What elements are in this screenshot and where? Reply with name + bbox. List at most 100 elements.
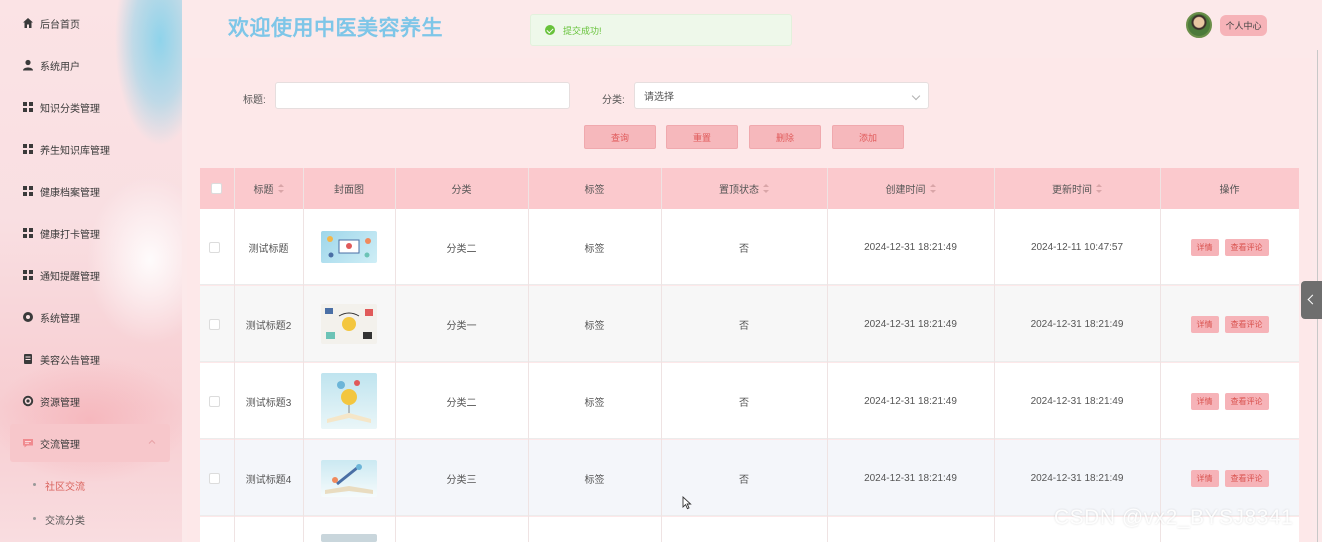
sidebar-item-label: 系统用户 (40, 61, 80, 73)
sidebar-item-label: 健康档案管理 (40, 187, 100, 199)
sidebar-item-knowledge-category[interactable]: 知识分类管理 (10, 88, 170, 126)
sidebar: 后台首页 系统用户 知识分类管理 养生知识库管理 健康档案管理 健康打卡管理 通… (0, 0, 182, 542)
home-icon (22, 17, 34, 29)
cell-tags: 标签 (584, 474, 605, 486)
sidebar-item-knowledge-base[interactable]: 养生知识库管理 (10, 130, 170, 168)
cell-category: 分类二 (446, 397, 477, 409)
document-icon (22, 353, 34, 365)
cell-actions: 详情 查看评论 (1160, 363, 1299, 439)
view-comments-button[interactable]: 查看评论 (1224, 392, 1269, 410)
sidebar-item-label: 后台首页 (40, 19, 80, 31)
cell-tags: 标签 (584, 243, 605, 255)
cell-title: 测试标题4 (245, 474, 292, 486)
collapse-panel-button[interactable] (1301, 281, 1322, 319)
cell-category: 分类一 (446, 320, 477, 332)
sidebar-item-system-users[interactable]: 系统用户 (10, 46, 170, 84)
bullet-icon (33, 517, 36, 520)
sidebar-item-health-records[interactable]: 健康档案管理 (10, 172, 170, 210)
row-checkbox[interactable] (209, 319, 220, 330)
column-header-created[interactable]: 创建时间 (827, 168, 994, 209)
view-comments-button[interactable]: 查看评论 (1224, 238, 1269, 256)
column-header-category: 分类 (451, 185, 472, 196)
sidebar-item-label: 交流管理 (40, 439, 80, 451)
title-search-input[interactable] (275, 82, 570, 109)
cell-title: 测试标题 (248, 243, 289, 255)
detail-button[interactable]: 详情 (1190, 469, 1219, 487)
delete-button[interactable]: 删除 (749, 125, 821, 149)
reset-button[interactable]: 重置 (666, 125, 738, 149)
detail-button[interactable]: 详情 (1190, 392, 1219, 410)
cell-cover (303, 440, 395, 516)
cover-image (321, 304, 377, 344)
sort-icon[interactable] (1096, 184, 1102, 193)
detail-button[interactable]: 详情 (1190, 315, 1219, 333)
row-checkbox[interactable] (209, 242, 220, 253)
gear-icon (22, 311, 34, 323)
sidebar-item-label: 系统管理 (40, 313, 80, 325)
cover-image (321, 534, 377, 542)
sidebar-subitem-category[interactable]: 交流分类 (45, 512, 85, 527)
grid-icon (22, 143, 34, 155)
detail-button[interactable]: 详情 (1190, 238, 1219, 256)
cell-cover (303, 363, 395, 439)
sort-icon[interactable] (277, 184, 284, 193)
query-button[interactable]: 查询 (584, 125, 656, 149)
column-header-title[interactable]: 标题 (234, 168, 303, 209)
mouse-cursor-icon (682, 496, 692, 510)
sort-icon[interactable] (929, 184, 936, 193)
cell-pinned: 否 (739, 320, 749, 332)
cell-actions: 详情 查看评论 (1160, 286, 1299, 362)
grid-icon (22, 101, 34, 113)
cover-image (321, 373, 377, 429)
column-header-actions: 操作 (1219, 185, 1240, 196)
column-header-label: 创建时间 (885, 185, 926, 196)
sort-icon[interactable] (763, 184, 769, 193)
check-circle-icon (545, 25, 555, 35)
column-header-label: 更新时间 (1052, 185, 1092, 196)
sidebar-item-notifications[interactable]: 通知提醒管理 (10, 256, 170, 294)
sidebar-item-label: 养生知识库管理 (40, 145, 110, 157)
row-checkbox[interactable] (209, 473, 220, 484)
sidebar-subitem-community[interactable]: 社区交流 (45, 478, 85, 493)
sidebar-item-label: 健康打卡管理 (40, 229, 100, 241)
grid-icon (22, 185, 34, 197)
sidebar-item-resources[interactable]: 资源管理 (10, 382, 170, 420)
add-button[interactable]: 添加 (832, 125, 904, 149)
cell-tags: 标签 (584, 320, 605, 332)
view-comments-button[interactable]: 查看评论 (1224, 315, 1269, 333)
user-icon (22, 59, 34, 71)
sidebar-item-announcements[interactable]: 美容公告管理 (10, 340, 170, 378)
cell-category: 分类三 (446, 474, 477, 486)
sidebar-item-label: 知识分类管理 (40, 103, 100, 115)
column-header-tags: 标签 (584, 185, 605, 196)
plus-circle-icon (22, 395, 34, 407)
sidebar-item-health-checkin[interactable]: 健康打卡管理 (10, 214, 170, 252)
category-select[interactable]: 请选择 (634, 82, 929, 109)
cell-tags: 标签 (584, 397, 605, 409)
cell-category: 分类二 (446, 243, 477, 255)
column-header-cover: 封面图 (334, 185, 364, 196)
cell-created: 2024-12-31 18:21:49 (864, 318, 957, 330)
cell-title: 测试标题2 (245, 320, 292, 332)
cover-image (321, 459, 377, 497)
sidebar-item-dashboard[interactable]: 后台首页 (10, 4, 170, 42)
column-header-label: 标题 (253, 185, 274, 196)
cell-actions: 详情 查看评论 (1160, 440, 1299, 516)
profile-button[interactable]: 个人中心 (1220, 15, 1267, 36)
column-header-updated[interactable]: 更新时间 (994, 168, 1160, 209)
category-select-value: 请选择 (644, 92, 674, 103)
cell-actions: 详情 查看评论 (1160, 209, 1299, 285)
view-comments-button[interactable]: 查看评论 (1224, 469, 1269, 487)
avatar[interactable] (1186, 12, 1212, 38)
sidebar-item-label: 资源管理 (40, 397, 80, 409)
sidebar-item-communication[interactable]: 交流管理 (10, 424, 170, 462)
column-header-pinned[interactable]: 置顶状态 (661, 168, 827, 209)
sidebar-item-label: 美容公告管理 (40, 355, 100, 367)
row-checkbox[interactable] (209, 396, 220, 407)
sidebar-item-label: 通知提醒管理 (40, 271, 100, 283)
cell-pinned: 否 (739, 243, 749, 255)
grid-icon (22, 227, 34, 239)
select-all-checkbox[interactable] (211, 183, 222, 194)
sidebar-item-system[interactable]: 系统管理 (10, 298, 170, 336)
cell-updated: 2024-12-11 10:47:57 (1030, 241, 1124, 253)
